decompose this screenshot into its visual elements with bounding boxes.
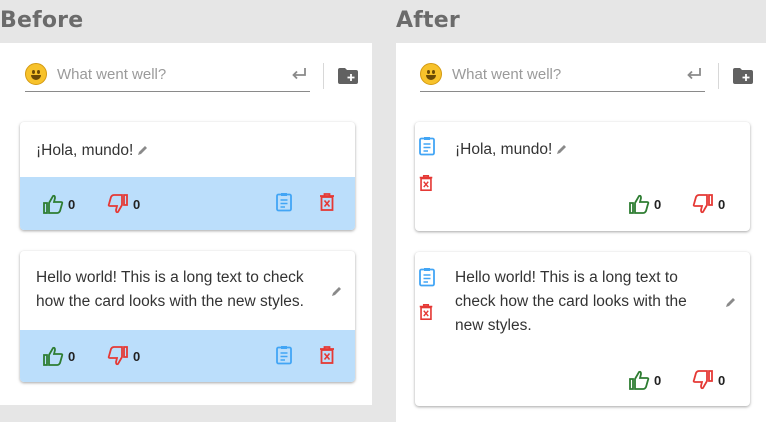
delete-icon[interactable]	[417, 174, 435, 192]
clipboard-icon[interactable]	[274, 345, 294, 365]
downvote-count: 0	[133, 196, 141, 212]
input-placeholder: What went well?	[57, 66, 167, 83]
downvote-count: 0	[133, 348, 141, 364]
after-heading: After	[396, 8, 460, 33]
thumb-up-icon	[629, 370, 650, 390]
retro-card: Hello world! This is a long text to chec…	[415, 252, 750, 406]
card-footer: 0 0	[20, 177, 355, 230]
what-went-well-field[interactable]: What went well?	[25, 59, 310, 92]
downvote-count: 0	[718, 196, 726, 212]
card-text: Hello world! This is a long text to chec…	[455, 266, 687, 338]
retro-card: Hello world! This is a long text to chec…	[20, 251, 355, 382]
clipboard-icon[interactable]	[274, 192, 294, 212]
enter-icon[interactable]	[290, 65, 308, 83]
thumb-down-icon	[107, 194, 128, 214]
retro-card: ¡Hola, mundo! 0 0	[415, 122, 750, 231]
before-heading: Before	[0, 8, 84, 33]
downvote-button[interactable]: 0	[107, 193, 140, 215]
card-text-line: Hello world! This is a long text to	[455, 269, 678, 286]
enter-icon[interactable]	[685, 65, 703, 83]
add-folder-icon[interactable]	[732, 67, 754, 85]
card-text-line: check how the card looks with the	[455, 293, 687, 310]
card-text-line: Hello world! This is a long text to chec…	[36, 269, 304, 286]
card-text-row: ¡Hola, mundo!	[455, 138, 567, 162]
divider	[323, 62, 324, 89]
upvote-count: 0	[654, 372, 662, 388]
divider	[718, 62, 719, 89]
thumb-up-icon	[629, 194, 650, 214]
upvote-count: 0	[68, 196, 76, 212]
pencil-icon[interactable]	[331, 286, 342, 297]
what-went-well-field[interactable]: What went well?	[420, 59, 705, 92]
before-panel: What went well? ¡Hola, mundo! 0 0 Hello …	[0, 43, 372, 405]
downvote-button[interactable]: 0	[692, 369, 725, 391]
card-footer: 0 0	[20, 330, 355, 382]
thumb-up-icon	[43, 346, 64, 366]
thumb-down-icon	[692, 370, 713, 390]
clipboard-icon[interactable]	[417, 136, 437, 156]
retro-card: ¡Hola, mundo! 0 0	[20, 122, 355, 230]
input-row: What went well?	[25, 59, 359, 92]
downvote-button[interactable]: 0	[692, 193, 725, 215]
pencil-icon[interactable]	[556, 144, 567, 155]
downvote-count: 0	[718, 372, 726, 388]
pencil-icon[interactable]	[725, 297, 736, 308]
thumb-down-icon	[692, 194, 713, 214]
card-text: Hello world! This is a long text to chec…	[36, 266, 304, 314]
upvote-count: 0	[654, 196, 662, 212]
add-folder-icon[interactable]	[337, 67, 359, 85]
card-text-line: new styles.	[455, 317, 532, 334]
delete-icon[interactable]	[317, 192, 337, 212]
smile-emoji-icon[interactable]	[25, 63, 47, 85]
thumb-up-icon	[43, 194, 64, 214]
upvote-button[interactable]: 0	[628, 369, 661, 391]
upvote-button[interactable]: 0	[42, 193, 75, 215]
upvote-button[interactable]: 0	[628, 193, 661, 215]
thumb-down-icon	[107, 346, 128, 366]
input-row: What went well?	[420, 59, 754, 92]
pencil-icon[interactable]	[137, 145, 148, 156]
upvote-button[interactable]: 0	[42, 345, 75, 367]
upvote-count: 0	[68, 348, 76, 364]
clipboard-icon[interactable]	[417, 267, 437, 287]
smile-emoji-icon[interactable]	[420, 63, 442, 85]
input-placeholder: What went well?	[452, 66, 562, 83]
card-text-row: ¡Hola, mundo!	[36, 139, 148, 163]
card-text: ¡Hola, mundo!	[455, 141, 553, 158]
downvote-button[interactable]: 0	[107, 345, 140, 367]
delete-icon[interactable]	[417, 303, 435, 321]
delete-icon[interactable]	[317, 345, 337, 365]
card-text-line: how the card looks with the new styles.	[36, 293, 304, 310]
card-text: ¡Hola, mundo!	[36, 142, 134, 159]
after-panel: What went well? ¡Hola, mundo! 0 0 Hello …	[396, 43, 766, 422]
